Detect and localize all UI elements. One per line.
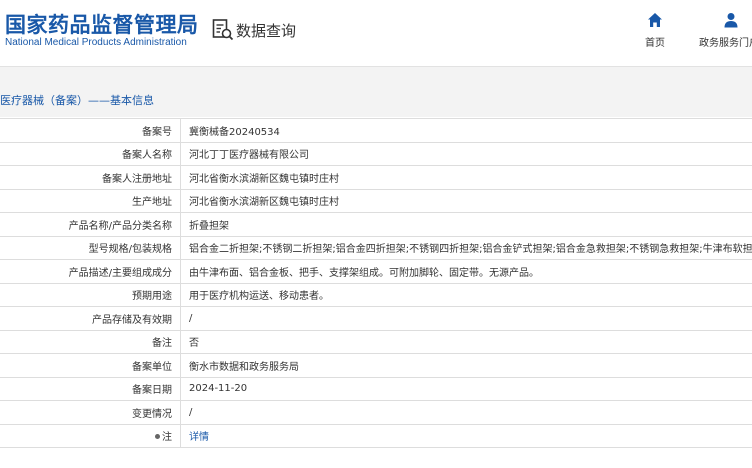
table-row: 备案日期 2024-11-20: [0, 376, 752, 401]
search-document-icon: [212, 19, 234, 41]
breadcrumb: 医疗器械（备案）——基本信息: [0, 94, 154, 107]
home-icon: [648, 13, 662, 27]
row-label: 备案日期: [0, 376, 181, 401]
table-row: 备注 否: [0, 329, 752, 354]
nav-home[interactable]: 首页: [645, 12, 665, 49]
row-value: 由牛津布面、铝合金板、把手、支撑架组成。可附加脚轮、固定带。无源产品。: [180, 259, 752, 284]
row-value: 2024-11-20: [180, 376, 752, 401]
nav-services[interactable]: 政务服务门户: [699, 12, 752, 49]
nav-home-label: 首页: [645, 38, 665, 49]
row-value: /: [180, 306, 752, 331]
row-value: 折叠担架: [180, 212, 752, 237]
row-value: 详情: [180, 423, 752, 448]
row-label: 备案号: [0, 118, 181, 143]
note-label-cell: 注: [0, 423, 181, 448]
row-value: 冀衡械备20240534: [180, 118, 752, 143]
row-value: /: [180, 400, 752, 425]
table-row: 备案人名称 河北丁丁医疗器械有限公司: [0, 141, 752, 166]
table-row: 型号规格/包装规格 铝合金二折担架;不锈钢二折担架;铝合金四折担架;不锈钢四折担…: [0, 235, 752, 260]
info-table: 备案号 冀衡械备20240534 备案人名称 河北丁丁医疗器械有限公司 备案人注…: [0, 118, 752, 448]
table-row: 注 详情: [0, 423, 752, 448]
logo-title-cn[interactable]: 国家药品监督管理局: [5, 9, 199, 39]
details-link[interactable]: 详情: [189, 432, 209, 443]
row-label: 产品描述/主要组成成分: [0, 259, 181, 284]
row-label: 备注: [0, 329, 181, 354]
table-row: 预期用途 用于医疗机构运送、移动患者。: [0, 282, 752, 307]
row-label: 备案单位: [0, 353, 181, 378]
table-row: 产品名称/产品分类名称 折叠担架: [0, 212, 752, 237]
table-row: 产品存储及有效期 /: [0, 306, 752, 331]
row-label: 产品存储及有效期: [0, 306, 181, 331]
row-label: 预期用途: [0, 282, 181, 307]
row-value: 用于医疗机构运送、移动患者。: [180, 282, 752, 307]
data-query-label: 数据查询: [236, 21, 297, 40]
row-value: 河北丁丁医疗器械有限公司: [180, 141, 752, 166]
row-value: 铝合金二折担架;不锈钢二折担架;铝合金四折担架;不锈钢四折担架;铝合金铲式担架;…: [180, 235, 752, 260]
row-value: 河北省衡水滨湖新区魏屯镇时庄村: [180, 188, 752, 213]
data-query-title: 数据查询: [212, 18, 296, 42]
table-row: 备案单位 衡水市数据和政务服务局: [0, 353, 752, 378]
row-label: 产品名称/产品分类名称: [0, 212, 181, 237]
row-label: 备案人名称: [0, 141, 181, 166]
lightbulb-icon: [155, 433, 160, 439]
nav-services-label: 政务服务门户: [699, 38, 752, 49]
row-value: 否: [180, 329, 752, 354]
table-row: 备案人注册地址 河北省衡水滨湖新区魏屯镇时庄村: [0, 165, 752, 190]
logo-title-en[interactable]: National Medical Products Administration: [5, 37, 187, 48]
row-label: 注: [162, 432, 172, 444]
row-label: 生产地址: [0, 188, 181, 213]
row-label: 型号规格/包装规格: [0, 235, 181, 260]
table-row: 备案号 冀衡械备20240534: [0, 118, 752, 143]
user-icon: [724, 13, 738, 28]
row-value: 衡水市数据和政务服务局: [180, 353, 752, 378]
table-row: 产品描述/主要组成成分 由牛津布面、铝合金板、把手、支撑架组成。可附加脚轮、固定…: [0, 259, 752, 284]
row-value: 河北省衡水滨湖新区魏屯镇时庄村: [180, 165, 752, 190]
page-header: 国家药品监督管理局 National Medical Products Admi…: [0, 0, 752, 58]
row-label: 备案人注册地址: [0, 165, 181, 190]
row-label: 变更情况: [0, 400, 181, 425]
table-row: 生产地址 河北省衡水滨湖新区魏屯镇时庄村: [0, 188, 752, 213]
table-row: 变更情况 /: [0, 400, 752, 425]
